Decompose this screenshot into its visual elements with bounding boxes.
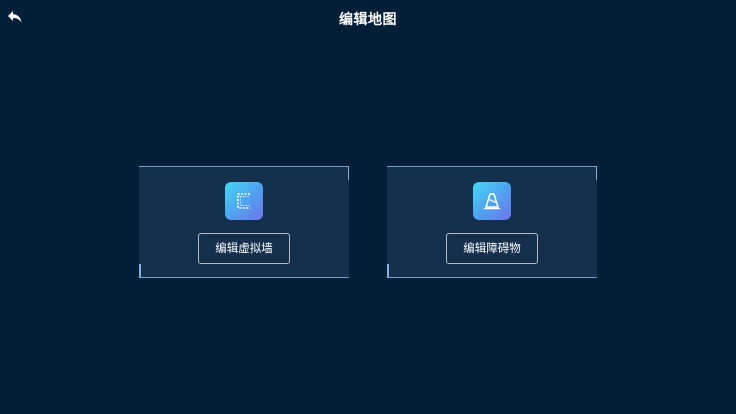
card-corner-marker (347, 166, 349, 180)
card-corner-marker (387, 264, 389, 278)
card-frame-bottom (387, 277, 597, 278)
obstacle-card: 编辑障碍物 (387, 166, 597, 278)
card-frame-top (387, 166, 597, 167)
card-frame-top (139, 166, 349, 167)
edit-virtual-wall-button[interactable]: 编辑虚拟墙 (198, 233, 290, 264)
page-title: 编辑地图 (339, 12, 397, 28)
virtual-wall-icon (225, 182, 263, 220)
edit-obstacle-button[interactable]: 编辑障碍物 (446, 233, 538, 264)
obstacle-cone-icon (473, 182, 511, 220)
virtual-wall-card: 编辑虚拟墙 (139, 166, 349, 278)
card-corner-marker (595, 166, 597, 180)
card-corner-marker (139, 264, 141, 278)
card-frame-bottom (139, 277, 349, 278)
